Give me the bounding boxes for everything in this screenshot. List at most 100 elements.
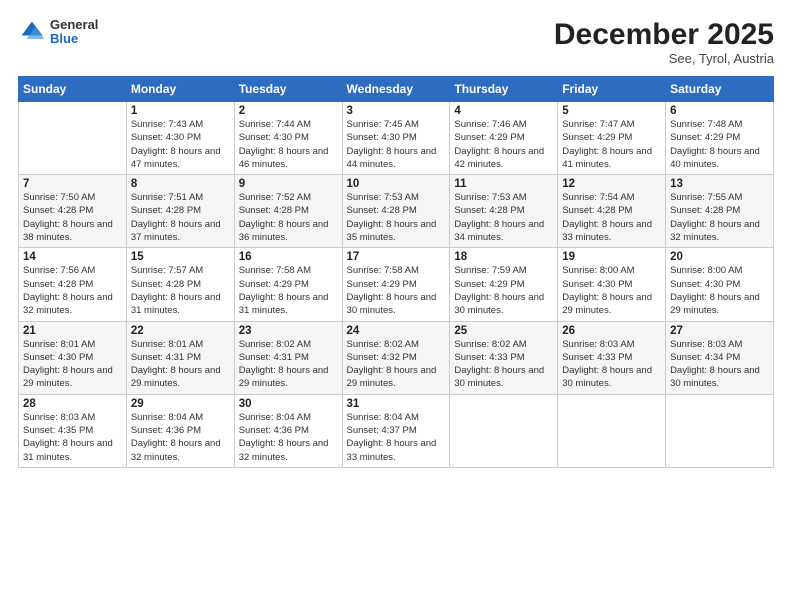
table-cell: 31Sunrise: 8:04 AM Sunset: 4:37 PM Dayli… bbox=[342, 394, 450, 467]
day-number: 8 bbox=[131, 178, 230, 190]
table-cell: 30Sunrise: 8:04 AM Sunset: 4:36 PM Dayli… bbox=[234, 394, 342, 467]
day-info: Sunrise: 7:57 AM Sunset: 4:28 PM Dayligh… bbox=[131, 264, 230, 317]
table-cell: 22Sunrise: 8:01 AM Sunset: 4:31 PM Dayli… bbox=[126, 321, 234, 394]
day-number: 22 bbox=[131, 325, 230, 337]
day-number: 3 bbox=[347, 105, 446, 117]
table-cell: 28Sunrise: 8:03 AM Sunset: 4:35 PM Dayli… bbox=[19, 394, 127, 467]
header-monday: Monday bbox=[126, 77, 234, 102]
day-number: 17 bbox=[347, 251, 446, 263]
table-cell: 24Sunrise: 8:02 AM Sunset: 4:32 PM Dayli… bbox=[342, 321, 450, 394]
day-number: 30 bbox=[239, 398, 338, 410]
header-wednesday: Wednesday bbox=[342, 77, 450, 102]
table-cell: 25Sunrise: 8:02 AM Sunset: 4:33 PM Dayli… bbox=[450, 321, 558, 394]
table-cell: 29Sunrise: 8:04 AM Sunset: 4:36 PM Dayli… bbox=[126, 394, 234, 467]
table-cell bbox=[450, 394, 558, 467]
table-cell: 4Sunrise: 7:46 AM Sunset: 4:29 PM Daylig… bbox=[450, 102, 558, 175]
table-cell: 15Sunrise: 7:57 AM Sunset: 4:28 PM Dayli… bbox=[126, 248, 234, 321]
day-number: 21 bbox=[23, 325, 122, 337]
table-cell bbox=[558, 394, 666, 467]
day-info: Sunrise: 7:58 AM Sunset: 4:29 PM Dayligh… bbox=[239, 264, 338, 317]
day-number: 31 bbox=[347, 398, 446, 410]
day-info: Sunrise: 7:54 AM Sunset: 4:28 PM Dayligh… bbox=[562, 191, 661, 244]
day-info: Sunrise: 7:53 AM Sunset: 4:28 PM Dayligh… bbox=[347, 191, 446, 244]
day-number: 28 bbox=[23, 398, 122, 410]
day-number: 26 bbox=[562, 325, 661, 337]
day-info: Sunrise: 8:02 AM Sunset: 4:31 PM Dayligh… bbox=[239, 338, 338, 391]
day-number: 15 bbox=[131, 251, 230, 263]
month-title: December 2025 bbox=[554, 18, 774, 51]
day-info: Sunrise: 7:48 AM Sunset: 4:29 PM Dayligh… bbox=[670, 118, 769, 171]
day-info: Sunrise: 8:03 AM Sunset: 4:35 PM Dayligh… bbox=[23, 411, 122, 464]
table-cell: 8Sunrise: 7:51 AM Sunset: 4:28 PM Daylig… bbox=[126, 175, 234, 248]
week-row-2: 14Sunrise: 7:56 AM Sunset: 4:28 PM Dayli… bbox=[19, 248, 774, 321]
day-info: Sunrise: 7:46 AM Sunset: 4:29 PM Dayligh… bbox=[454, 118, 553, 171]
week-row-1: 7Sunrise: 7:50 AM Sunset: 4:28 PM Daylig… bbox=[19, 175, 774, 248]
week-row-3: 21Sunrise: 8:01 AM Sunset: 4:30 PM Dayli… bbox=[19, 321, 774, 394]
calendar: Sunday Monday Tuesday Wednesday Thursday… bbox=[18, 76, 774, 468]
day-info: Sunrise: 8:02 AM Sunset: 4:33 PM Dayligh… bbox=[454, 338, 553, 391]
day-number: 23 bbox=[239, 325, 338, 337]
day-info: Sunrise: 8:04 AM Sunset: 4:36 PM Dayligh… bbox=[131, 411, 230, 464]
header: General Blue December 2025 See, Tyrol, A… bbox=[18, 18, 774, 66]
day-number: 6 bbox=[670, 105, 769, 117]
day-number: 12 bbox=[562, 178, 661, 190]
table-cell: 16Sunrise: 7:58 AM Sunset: 4:29 PM Dayli… bbox=[234, 248, 342, 321]
day-info: Sunrise: 7:47 AM Sunset: 4:29 PM Dayligh… bbox=[562, 118, 661, 171]
table-cell: 6Sunrise: 7:48 AM Sunset: 4:29 PM Daylig… bbox=[666, 102, 774, 175]
day-info: Sunrise: 7:58 AM Sunset: 4:29 PM Dayligh… bbox=[347, 264, 446, 317]
day-info: Sunrise: 7:52 AM Sunset: 4:28 PM Dayligh… bbox=[239, 191, 338, 244]
table-cell: 1Sunrise: 7:43 AM Sunset: 4:30 PM Daylig… bbox=[126, 102, 234, 175]
header-sunday: Sunday bbox=[19, 77, 127, 102]
day-number: 11 bbox=[454, 178, 553, 190]
table-cell: 13Sunrise: 7:55 AM Sunset: 4:28 PM Dayli… bbox=[666, 175, 774, 248]
table-cell: 23Sunrise: 8:02 AM Sunset: 4:31 PM Dayli… bbox=[234, 321, 342, 394]
day-info: Sunrise: 8:00 AM Sunset: 4:30 PM Dayligh… bbox=[562, 264, 661, 317]
day-number: 19 bbox=[562, 251, 661, 263]
table-cell bbox=[19, 102, 127, 175]
day-number: 2 bbox=[239, 105, 338, 117]
day-info: Sunrise: 8:04 AM Sunset: 4:36 PM Dayligh… bbox=[239, 411, 338, 464]
location: See, Tyrol, Austria bbox=[554, 51, 774, 66]
header-friday: Friday bbox=[558, 77, 666, 102]
logo-text: General Blue bbox=[50, 18, 98, 47]
day-number: 7 bbox=[23, 178, 122, 190]
logo-blue: Blue bbox=[50, 32, 98, 46]
logo-icon bbox=[18, 18, 46, 46]
day-number: 10 bbox=[347, 178, 446, 190]
day-number: 18 bbox=[454, 251, 553, 263]
table-cell: 11Sunrise: 7:53 AM Sunset: 4:28 PM Dayli… bbox=[450, 175, 558, 248]
day-info: Sunrise: 7:44 AM Sunset: 4:30 PM Dayligh… bbox=[239, 118, 338, 171]
day-info: Sunrise: 7:55 AM Sunset: 4:28 PM Dayligh… bbox=[670, 191, 769, 244]
day-info: Sunrise: 8:01 AM Sunset: 4:31 PM Dayligh… bbox=[131, 338, 230, 391]
table-cell: 21Sunrise: 8:01 AM Sunset: 4:30 PM Dayli… bbox=[19, 321, 127, 394]
day-number: 9 bbox=[239, 178, 338, 190]
day-number: 24 bbox=[347, 325, 446, 337]
day-number: 14 bbox=[23, 251, 122, 263]
header-tuesday: Tuesday bbox=[234, 77, 342, 102]
logo-general: General bbox=[50, 18, 98, 32]
day-info: Sunrise: 8:00 AM Sunset: 4:30 PM Dayligh… bbox=[670, 264, 769, 317]
day-info: Sunrise: 8:03 AM Sunset: 4:34 PM Dayligh… bbox=[670, 338, 769, 391]
day-info: Sunrise: 8:01 AM Sunset: 4:30 PM Dayligh… bbox=[23, 338, 122, 391]
day-info: Sunrise: 7:56 AM Sunset: 4:28 PM Dayligh… bbox=[23, 264, 122, 317]
table-cell: 20Sunrise: 8:00 AM Sunset: 4:30 PM Dayli… bbox=[666, 248, 774, 321]
table-cell: 7Sunrise: 7:50 AM Sunset: 4:28 PM Daylig… bbox=[19, 175, 127, 248]
day-info: Sunrise: 8:03 AM Sunset: 4:33 PM Dayligh… bbox=[562, 338, 661, 391]
day-info: Sunrise: 8:04 AM Sunset: 4:37 PM Dayligh… bbox=[347, 411, 446, 464]
day-info: Sunrise: 7:43 AM Sunset: 4:30 PM Dayligh… bbox=[131, 118, 230, 171]
day-number: 16 bbox=[239, 251, 338, 263]
table-cell bbox=[666, 394, 774, 467]
day-number: 4 bbox=[454, 105, 553, 117]
day-number: 13 bbox=[670, 178, 769, 190]
day-info: Sunrise: 7:45 AM Sunset: 4:30 PM Dayligh… bbox=[347, 118, 446, 171]
page: General Blue December 2025 See, Tyrol, A… bbox=[0, 0, 792, 612]
table-cell: 26Sunrise: 8:03 AM Sunset: 4:33 PM Dayli… bbox=[558, 321, 666, 394]
logo: General Blue bbox=[18, 18, 98, 47]
table-cell: 3Sunrise: 7:45 AM Sunset: 4:30 PM Daylig… bbox=[342, 102, 450, 175]
table-cell: 27Sunrise: 8:03 AM Sunset: 4:34 PM Dayli… bbox=[666, 321, 774, 394]
day-number: 5 bbox=[562, 105, 661, 117]
day-number: 27 bbox=[670, 325, 769, 337]
table-cell: 12Sunrise: 7:54 AM Sunset: 4:28 PM Dayli… bbox=[558, 175, 666, 248]
day-number: 1 bbox=[131, 105, 230, 117]
day-info: Sunrise: 7:51 AM Sunset: 4:28 PM Dayligh… bbox=[131, 191, 230, 244]
